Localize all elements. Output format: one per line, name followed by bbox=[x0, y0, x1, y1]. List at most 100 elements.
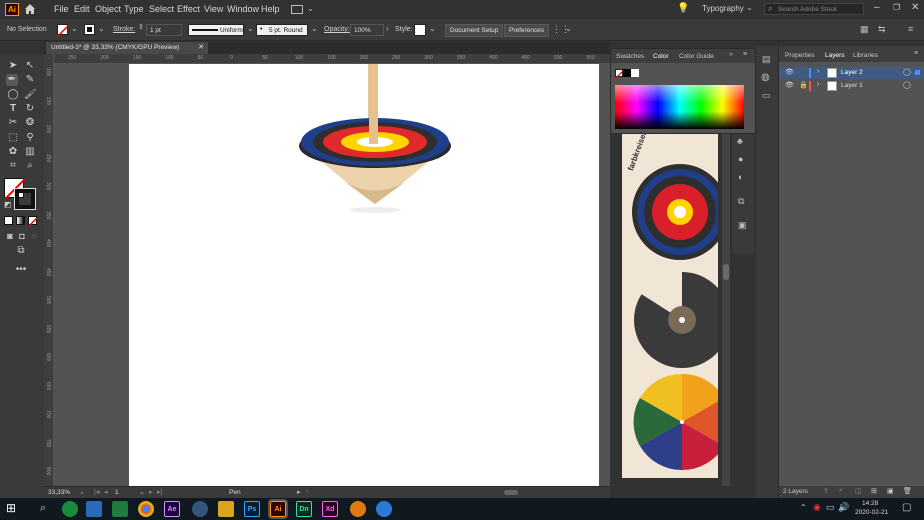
tab-libraries[interactable]: Libraries bbox=[853, 52, 878, 59]
draw-inside-icon[interactable]: ◌ bbox=[28, 230, 40, 242]
target-icon[interactable]: ◯ bbox=[903, 81, 911, 89]
blender-icon[interactable] bbox=[350, 501, 366, 517]
chevron-right-icon[interactable]: › bbox=[386, 24, 389, 33]
document-icon[interactable]: ▭ bbox=[762, 90, 771, 101]
black-swatch[interactable] bbox=[623, 69, 631, 77]
menu-icon[interactable]: ≡ bbox=[914, 50, 918, 57]
menu-icon[interactable]: ≡ bbox=[908, 24, 913, 34]
menu-select[interactable]: Select bbox=[149, 4, 174, 14]
menu-edit[interactable]: Edit bbox=[74, 4, 90, 14]
spinning-top-image[interactable] bbox=[285, 64, 465, 214]
tab-color-guide[interactable]: Color Guide bbox=[679, 53, 714, 60]
clipping-mask-icon[interactable]: ◫ bbox=[855, 487, 862, 495]
maximize-icon[interactable]: ❐ bbox=[893, 3, 900, 12]
chevron-up-icon[interactable]: ⌃ bbox=[800, 503, 807, 512]
stroke-label[interactable]: Stroke: bbox=[113, 26, 135, 33]
artboard[interactable] bbox=[129, 64, 599, 486]
opacity-label[interactable]: Opacity: bbox=[324, 26, 350, 33]
pencil-tool-icon[interactable]: ✎ bbox=[24, 74, 36, 86]
search-icon[interactable]: ⌕ bbox=[40, 502, 46, 515]
lock-icon[interactable]: 🔒 bbox=[799, 81, 808, 89]
stroke-color-icon[interactable] bbox=[14, 188, 36, 210]
new-layer-icon[interactable]: ▣ bbox=[887, 487, 894, 495]
previous-artboard-icon[interactable]: ◂ bbox=[104, 488, 108, 496]
arrange-icon[interactable]: ⇆ bbox=[878, 24, 886, 35]
color-spectrum[interactable] bbox=[615, 85, 744, 129]
preferences-button[interactable]: Preferences bbox=[504, 24, 550, 37]
tab-layers[interactable]: Layers bbox=[825, 52, 845, 59]
after-effects-icon[interactable]: Ae bbox=[164, 501, 180, 517]
farbkreisel-reference-image[interactable]: farbkreisel bbox=[622, 131, 718, 478]
chevron-down-icon[interactable]: ⌄ bbox=[247, 24, 254, 33]
dimension-icon[interactable]: Dn bbox=[296, 501, 312, 517]
grid-icon[interactable]: ▦ bbox=[860, 24, 869, 35]
color-wheel-icon[interactable]: ◍ bbox=[761, 72, 770, 83]
pen-tool-icon[interactable]: ✒ bbox=[6, 74, 18, 86]
collapse-icon[interactable]: » bbox=[729, 51, 733, 58]
more-tools-icon[interactable]: ••• bbox=[15, 264, 27, 276]
scroll-left-icon[interactable]: ‹ bbox=[306, 488, 308, 495]
clock-app-icon[interactable] bbox=[376, 501, 392, 517]
chevron-down-icon[interactable]: ⌄ bbox=[565, 24, 572, 33]
free-transform-tool-icon[interactable]: ⬚ bbox=[7, 132, 19, 144]
brushes-icon[interactable]: ● bbox=[738, 154, 743, 164]
menu-icon[interactable]: ≡ bbox=[743, 51, 747, 58]
taskbar-time[interactable]: 14:28 bbox=[862, 500, 878, 507]
layer-row-1[interactable]: 👁 🔒 › Layer 1 ◯ bbox=[779, 80, 924, 92]
workspace-switcher[interactable]: Typography bbox=[702, 4, 744, 13]
appearance-icon[interactable]: ◐ bbox=[738, 172, 743, 182]
artboard-number[interactable]: 1 bbox=[115, 489, 119, 496]
home-icon[interactable] bbox=[24, 3, 36, 15]
tab-color[interactable]: Color bbox=[653, 53, 669, 60]
ellipse-tool-icon[interactable]: ◯ bbox=[7, 89, 19, 101]
taskbar-app-icon[interactable] bbox=[62, 501, 78, 517]
tab-properties[interactable]: Properties bbox=[785, 52, 815, 59]
document-tab[interactable]: Untitled-3* @ 33,33% (CMYK/GPU Preview) … bbox=[46, 42, 208, 54]
screen-mode-icon[interactable]: ⧉ bbox=[15, 245, 27, 257]
target-icon[interactable]: ◯ bbox=[903, 68, 911, 76]
next-artboard-icon[interactable]: ▸ bbox=[149, 488, 153, 496]
layer-name[interactable]: Layer 2 bbox=[841, 69, 863, 76]
draw-normal-icon[interactable]: ◙ bbox=[4, 230, 16, 242]
tab-swatches[interactable]: Swatches bbox=[616, 53, 644, 60]
brush-definition[interactable]: • 5 pt. Round bbox=[256, 24, 308, 36]
eye-icon[interactable]: 👁 bbox=[785, 81, 794, 89]
transparency-icon[interactable]: ▣ bbox=[738, 220, 747, 231]
pathfinder-icon[interactable]: ⧉ bbox=[738, 196, 744, 207]
variable-width-profile[interactable]: Uniform bbox=[188, 24, 244, 36]
export-icon[interactable]: ⇪ bbox=[823, 487, 829, 495]
artboard-tool-icon[interactable]: ⌗ bbox=[7, 160, 19, 172]
taskbar-app-icon[interactable] bbox=[192, 501, 208, 517]
photoshop-icon[interactable]: Ps bbox=[244, 501, 260, 517]
last-artboard-icon[interactable]: ▸| bbox=[157, 488, 162, 496]
first-artboard-icon[interactable]: |◂ bbox=[94, 488, 99, 496]
illustrator-taskbar-icon[interactable]: Ai bbox=[268, 499, 288, 519]
type-tool-icon[interactable]: T bbox=[7, 103, 19, 115]
chevron-down-icon[interactable]: ⌄ bbox=[71, 24, 78, 33]
battery-icon[interactable]: ▭ bbox=[826, 502, 835, 513]
paintbrush-tool-icon[interactable]: 🖌 bbox=[24, 89, 37, 101]
xd-icon[interactable]: Xd bbox=[322, 501, 338, 517]
selection-tool-icon[interactable]: ➤ bbox=[7, 60, 19, 72]
minimize-icon[interactable]: – bbox=[874, 2, 880, 13]
draw-behind-icon[interactable]: ◘ bbox=[16, 230, 28, 242]
chevron-right-icon[interactable]: › bbox=[817, 81, 819, 88]
zoom-tool-icon[interactable]: ⌕ bbox=[24, 160, 36, 172]
lightbulb-icon[interactable]: 💡 bbox=[677, 3, 689, 14]
libraries-icon[interactable]: ▤ bbox=[762, 54, 771, 65]
color-mode-icon[interactable] bbox=[4, 216, 13, 225]
tray-icon[interactable]: ◉ bbox=[813, 502, 821, 513]
layer-name[interactable]: Layer 1 bbox=[841, 82, 863, 89]
close-icon[interactable]: ✕ bbox=[911, 2, 919, 13]
chevron-right-icon[interactable]: ▸ bbox=[297, 488, 301, 496]
layer-row-2[interactable]: 👁 › Layer 2 ◯ bbox=[779, 67, 924, 79]
stroke-swatch[interactable] bbox=[84, 24, 95, 35]
eyedropper-tool-icon[interactable]: ⚲ bbox=[24, 132, 36, 144]
canvas-area[interactable] bbox=[54, 64, 610, 486]
white-swatch[interactable] bbox=[631, 69, 639, 77]
search-icon[interactable]: ⌕ bbox=[839, 487, 843, 495]
close-icon[interactable]: ✕ bbox=[198, 43, 204, 51]
none-swatch-icon[interactable] bbox=[615, 69, 624, 78]
file-explorer-icon[interactable] bbox=[218, 501, 234, 517]
gradient-mode-icon[interactable] bbox=[16, 216, 25, 225]
